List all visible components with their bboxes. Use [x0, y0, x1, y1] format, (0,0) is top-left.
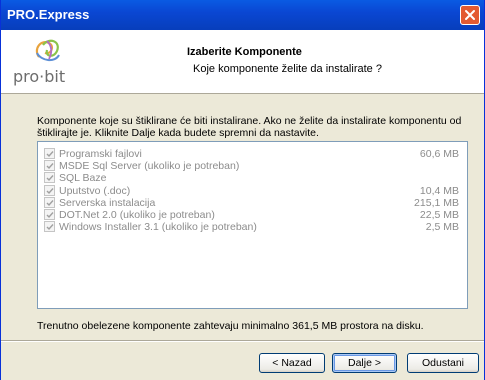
divider	[1, 340, 484, 342]
check-icon	[46, 212, 54, 219]
check-icon	[46, 151, 54, 158]
component-label: DOT.Net 2.0 (ukoliko je potreban)	[59, 209, 215, 221]
page-subtitle: Koje komponente želite da instalirate ?	[193, 63, 382, 75]
component-label: Programski fajlovi	[59, 148, 142, 160]
check-icon	[46, 163, 54, 170]
check-icon	[46, 199, 54, 206]
check-icon	[46, 224, 54, 231]
back-button[interactable]: < Nazad	[259, 353, 325, 373]
component-size: 10,4 MB	[419, 184, 459, 197]
component-checkbox[interactable]	[44, 160, 55, 172]
close-button[interactable]	[460, 5, 480, 25]
component-checkbox[interactable]	[44, 221, 55, 233]
component-size: 22,5 MB	[419, 209, 459, 221]
component-label: Serverska instalacija	[59, 196, 156, 209]
space-required-text: Trenutno obelezene komponente zahtevaju …	[37, 320, 424, 332]
close-icon	[465, 10, 475, 20]
instructions-text: Komponente koje su štiklirane će biti in…	[37, 115, 462, 139]
cancel-button[interactable]: Odustani	[407, 353, 479, 373]
component-row[interactable]: Serverska instalacija 215,1 MB	[44, 196, 459, 209]
component-label: MSDE Sql Server (ukoliko je potreban)	[59, 160, 240, 173]
logo-text: pro·bit	[13, 67, 66, 86]
component-checkbox[interactable]	[44, 196, 55, 208]
logo-swirl-icon	[35, 39, 60, 61]
component-checkbox[interactable]	[44, 184, 55, 196]
check-icon	[46, 187, 54, 194]
component-row[interactable]: MSDE Sql Server (ukoliko je potreban)	[44, 160, 459, 172]
component-row[interactable]: Uputstvo (.doc) 10,4 MB	[44, 184, 459, 197]
component-checkbox[interactable]	[44, 148, 55, 159]
component-label: Uputstvo (.doc)	[59, 184, 131, 197]
component-row[interactable]: Windows Installer 3.1 (ukoliko je potreb…	[44, 221, 459, 233]
component-row[interactable]: Programski fajlovi 60,6 MB	[44, 148, 459, 160]
component-checkbox[interactable]	[44, 209, 55, 220]
next-button[interactable]: Dalje >	[332, 353, 397, 373]
wizard-header: pro·bit Izaberite Komponente Koje kompon…	[1, 30, 484, 94]
component-label: SQL Baze	[59, 172, 107, 185]
component-label: Windows Installer 3.1 (ukoliko je potreb…	[59, 221, 257, 234]
component-row[interactable]: SQL Baze	[44, 172, 459, 184]
component-size: 60,6 MB	[419, 148, 459, 160]
check-icon	[46, 175, 54, 182]
component-row[interactable]: DOT.Net 2.0 (ukoliko je potreban) 22,5 MB	[44, 209, 459, 221]
installer-window: PRO.Express pro·bit Izaberite Komponente…	[0, 0, 485, 380]
probit-logo: pro·bit	[13, 35, 93, 87]
component-size: 2,5 MB	[425, 221, 459, 234]
window-title: PRO.Express	[7, 7, 90, 22]
page-title: Izaberite Komponente	[187, 46, 302, 58]
components-list[interactable]: Programski fajlovi 60,6 MB MSDE Sql Server…	[37, 141, 468, 309]
component-size: 215,1 MB	[414, 196, 459, 209]
title-bar[interactable]: PRO.Express	[1, 0, 484, 30]
component-checkbox[interactable]	[44, 172, 55, 184]
